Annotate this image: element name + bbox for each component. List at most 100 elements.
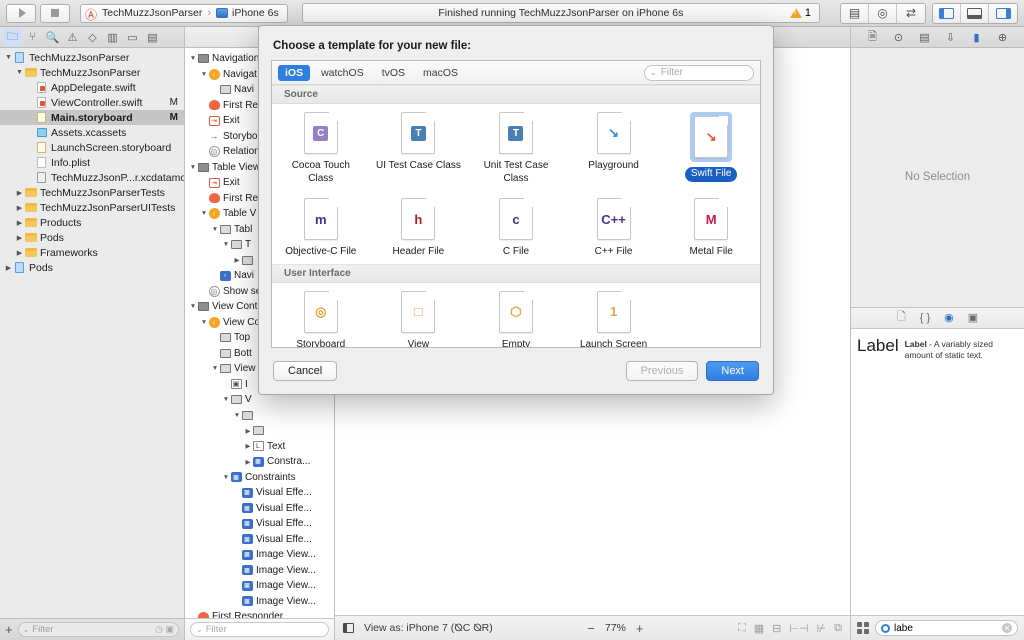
disclosure-triangle-icon[interactable]: ▼ <box>4 54 13 61</box>
navigator-filter-input[interactable]: ⌄ Filter ◷ ▣ <box>17 622 179 637</box>
connections-inspector-tab[interactable]: ⊕ <box>995 29 1011 45</box>
template-cell[interactable]: ↘ Playground <box>565 112 663 186</box>
navigator-row[interactable]: ▼ TechMuzzJsonParser <box>0 65 184 80</box>
navigator-row[interactable]: ▼ TechMuzzJsonParser <box>0 50 184 65</box>
outline-row[interactable]: ▩ Visual Effe... <box>185 501 334 517</box>
navigator-row[interactable]: Main.storyboard M <box>0 110 184 125</box>
media-library-tab[interactable]: ▣ <box>968 311 978 324</box>
disclosure-triangle-icon[interactable]: ▶ <box>15 204 24 212</box>
template-cell[interactable]: ↘ Swift File <box>662 112 760 186</box>
outline-row[interactable]: ▶ ▩ Constra... <box>185 454 334 470</box>
zoom-out-button[interactable]: − <box>587 621 595 636</box>
object-library-tab[interactable]: ◉ <box>944 311 954 324</box>
outline-row[interactable]: First Responder <box>185 609 334 618</box>
identity-inspector-tab[interactable]: ▤ <box>917 29 933 45</box>
navigator-row[interactable]: ▶ Pods <box>0 260 184 275</box>
template-cell[interactable]: c C File <box>467 198 565 260</box>
navigator-tab-debug[interactable]: ▥ <box>103 29 122 46</box>
navigator-tab-project[interactable]: 🗀 <box>3 28 22 46</box>
standard-editor-button[interactable]: ▤ <box>841 3 869 23</box>
outline-row[interactable]: ▩ Visual Effe... <box>185 516 334 532</box>
disclosure-triangle-icon[interactable]: ▼ <box>189 164 197 171</box>
disclosure-triangle-icon[interactable]: ▼ <box>211 365 219 372</box>
outline-row[interactable]: ▩ Image View... <box>185 578 334 594</box>
disclosure-triangle-icon[interactable]: ▼ <box>15 69 24 76</box>
template-filter-input[interactable]: ⌄ Filter <box>644 64 754 81</box>
navigator-row[interactable]: ▶ TechMuzzJsonParserTests <box>0 185 184 200</box>
navigator-row[interactable]: LaunchScreen.storyboard <box>0 140 184 155</box>
template-cell[interactable]: M Metal File <box>662 198 760 260</box>
previous-button[interactable]: Previous <box>625 361 699 381</box>
run-button[interactable] <box>6 3 36 23</box>
navigator-row[interactable]: Info.plist <box>0 155 184 170</box>
navigator-row[interactable]: ViewController.swift M <box>0 95 184 110</box>
outline-row[interactable]: ▩ Visual Effe... <box>185 485 334 501</box>
navigator-row[interactable]: TechMuzzJsonP...r.xcdatamodeld <box>0 170 184 185</box>
disclosure-triangle-icon[interactable]: ▼ <box>222 474 230 481</box>
view-as-label[interactable]: View as: iPhone 7 (⦰C ⦰R) <box>364 622 493 635</box>
template-cell[interactable]: h Header File <box>370 198 468 260</box>
disclosure-triangle-icon[interactable]: ▶ <box>15 189 24 197</box>
disclosure-triangle-icon[interactable]: ▶ <box>15 234 24 242</box>
add-file-button[interactable]: + <box>5 622 13 637</box>
template-cell[interactable]: C++ C++ File <box>565 198 663 260</box>
template-cell[interactable]: ⬡ Empty <box>467 290 565 347</box>
disclosure-triangle-icon[interactable]: ▶ <box>4 264 13 272</box>
outline-row[interactable]: ▼ ▩ Constraints <box>185 470 334 486</box>
navigator-row[interactable]: ▶ Pods <box>0 230 184 245</box>
library-list[interactable]: Label Label - A variably sized amount of… <box>851 328 1024 615</box>
library-view-mode-icon[interactable] <box>857 622 869 634</box>
stack-icon[interactable]: ⧉ <box>834 622 842 635</box>
disclosure-triangle-icon[interactable]: ▶ <box>233 256 241 264</box>
next-button[interactable]: Next <box>706 361 759 381</box>
navigator-tab-search[interactable]: 🔍 <box>43 29 62 46</box>
navigator-tab-source-control[interactable]: ⑂ <box>23 29 42 46</box>
template-cell[interactable]: ◎ Storyboard <box>272 290 370 347</box>
attributes-inspector-tab[interactable]: ⇩ <box>943 29 959 45</box>
scheme-selector[interactable]: TechMuzzJsonParser › iPhone 6s <box>80 3 288 23</box>
disclosure-triangle-icon[interactable]: ▶ <box>15 249 24 257</box>
list-item[interactable]: Label Label - A variably sized amount of… <box>857 337 1018 361</box>
disclosure-triangle-icon[interactable]: ▼ <box>200 71 208 78</box>
file-inspector-tab[interactable]: 🗎 <box>865 29 881 45</box>
navigator-tab-issue[interactable]: ⚠ <box>63 29 82 46</box>
zoom-in-button[interactable]: + <box>636 621 644 636</box>
disclosure-triangle-icon[interactable]: ▶ <box>244 427 252 435</box>
navigator-row[interactable]: ▶ Frameworks <box>0 245 184 260</box>
outline-row[interactable]: ▶ <box>185 423 334 439</box>
navigator-tab-report[interactable]: ▤ <box>143 29 162 46</box>
disclosure-triangle-icon[interactable]: ▼ <box>189 55 197 62</box>
tab-watchos[interactable]: watchOS <box>314 65 371 81</box>
tab-ios[interactable]: iOS <box>278 64 311 81</box>
navigator-row[interactable]: ▶ Products <box>0 215 184 230</box>
project-file-tree[interactable]: ▼ TechMuzzJsonParser ▼ TechMuzzJsonParser Ap… <box>0 48 184 618</box>
align-icon[interactable]: ⊟ <box>772 622 781 635</box>
template-cell[interactable]: □ View <box>370 290 468 347</box>
navigator-filter-scopes[interactable]: ◷ ▣ <box>155 624 174 635</box>
navigator-row[interactable]: AppDelegate.swift <box>0 80 184 95</box>
navigator-tab-test[interactable]: ◇ <box>83 29 102 46</box>
disclosure-triangle-icon[interactable]: ▼ <box>233 412 241 419</box>
disclosure-triangle-icon[interactable]: ▶ <box>244 442 252 450</box>
disclosure-triangle-icon[interactable]: ▼ <box>189 303 197 310</box>
outline-filter-input[interactable]: ⌄ Filter <box>190 622 329 637</box>
update-frames-icon[interactable]: ⛶ <box>738 622 746 635</box>
code-snippet-library-tab[interactable]: { } <box>920 312 930 324</box>
template-cell[interactable]: T Unit Test Case Class <box>467 112 565 186</box>
navigator-row[interactable]: Assets.xcassets <box>0 125 184 140</box>
template-cell[interactable]: 1 Launch Screen <box>565 290 663 347</box>
toggle-debug-button[interactable] <box>961 3 989 23</box>
quick-help-tab[interactable]: ⊙ <box>891 29 907 45</box>
outline-row[interactable]: ▩ Image View... <box>185 594 334 610</box>
disclosure-triangle-icon[interactable]: ▶ <box>15 219 24 227</box>
stop-button[interactable] <box>40 3 70 23</box>
disclosure-triangle-icon[interactable]: ▼ <box>211 226 219 233</box>
resolve-issues-icon[interactable]: ⊬ <box>817 622 827 635</box>
template-cell[interactable]: m Objective-C File <box>272 198 370 260</box>
outline-row[interactable]: ▩ Image View... <box>185 563 334 579</box>
toggle-utilities-button[interactable] <box>989 4 1017 23</box>
disclosure-triangle-icon[interactable]: ▼ <box>200 319 208 326</box>
clear-icon[interactable]: ✕ <box>1002 623 1012 633</box>
cancel-button[interactable]: Cancel <box>273 361 338 381</box>
embed-in-icon[interactable]: ▦ <box>754 622 764 635</box>
